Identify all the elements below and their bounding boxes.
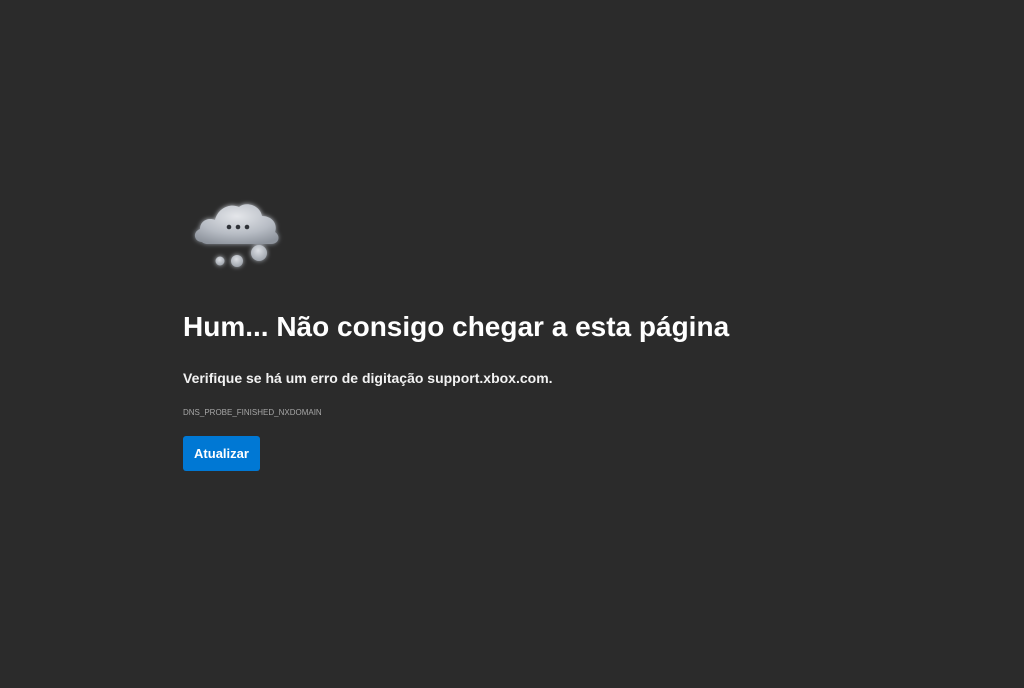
refresh-button[interactable]: Atualizar: [183, 436, 260, 471]
error-page: Hum... Não consigo chegar a esta página …: [0, 0, 1024, 688]
error-code: DNS_PROBE_FINISHED_NXDOMAIN: [183, 408, 322, 417]
thinking-cloud-icon: [194, 204, 279, 267]
error-hint: Verifique se há um erro de digitação sup…: [183, 370, 553, 386]
page-title: Hum... Não consigo chegar a esta página: [183, 311, 730, 342]
